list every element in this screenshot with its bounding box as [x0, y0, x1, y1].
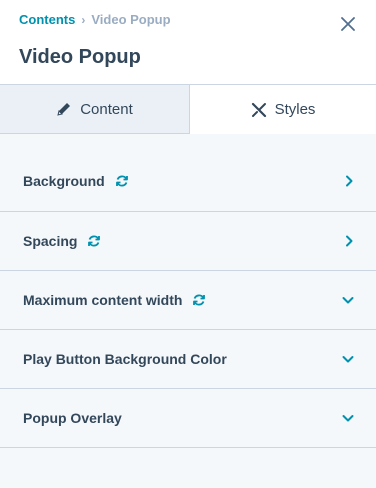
section-background[interactable]: Background: [0, 150, 376, 212]
section-label: Spacing: [23, 233, 78, 249]
close-icon: [341, 17, 355, 31]
tab-content-label: Content: [80, 100, 133, 118]
tab-bar: Content Styles: [0, 85, 376, 134]
section-label: Play Button Background Color: [23, 351, 227, 367]
tab-styles[interactable]: Styles: [190, 85, 376, 134]
chevron-right-icon: [344, 175, 354, 187]
breadcrumb: Contents › Video Popup: [19, 12, 171, 27]
sync-icon: [87, 234, 101, 248]
page-title: Video Popup: [19, 46, 141, 68]
sync-icon: [192, 293, 206, 307]
style-sections-list: Background Spacing Maximum content width…: [0, 134, 376, 448]
chevron-down-icon: [342, 413, 354, 423]
tab-styles-label: Styles: [274, 101, 316, 118]
section-label: Maximum content width: [23, 292, 183, 308]
section-popup-overlay[interactable]: Popup Overlay: [0, 389, 376, 448]
breadcrumb-chevron-icon: ›: [81, 12, 86, 27]
section-play-button-background-color[interactable]: Play Button Background Color: [0, 330, 376, 389]
section-maximum-content-width[interactable]: Maximum content width: [0, 271, 376, 330]
breadcrumb-current: Video Popup: [91, 12, 171, 27]
sync-icon: [115, 174, 129, 188]
tab-content[interactable]: Content: [0, 85, 190, 134]
close-button[interactable]: [338, 14, 358, 34]
chevron-down-icon: [342, 295, 354, 305]
chevron-right-icon: [344, 235, 354, 247]
breadcrumb-contents-link[interactable]: Contents: [19, 12, 75, 27]
section-spacing[interactable]: Spacing: [0, 212, 376, 271]
panel-header: Contents › Video Popup Video Popup: [0, 0, 376, 85]
section-label: Background: [23, 172, 105, 189]
pencil-icon: [57, 103, 71, 116]
section-label: Popup Overlay: [23, 410, 122, 426]
chevron-down-icon: [342, 354, 354, 364]
brush-icon: [251, 102, 266, 117]
